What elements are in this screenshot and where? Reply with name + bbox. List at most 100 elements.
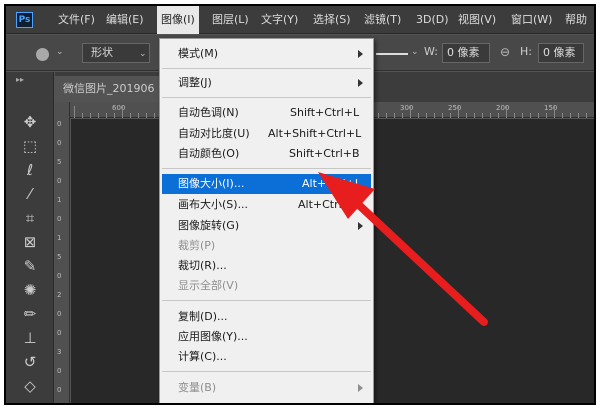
move-icon[interactable]: ✥ (19, 112, 41, 132)
menu-item-adjust[interactable]: 调整(J) (162, 73, 371, 93)
menu-item-auto-tone[interactable]: 自动色调(N) Shift+Ctrl+L (162, 103, 371, 123)
ruler-tick (146, 113, 147, 118)
menu-select[interactable]: 选择(S) (313, 6, 351, 34)
menu-image[interactable]: 图像(I) (157, 6, 199, 34)
ruler-tick (434, 113, 435, 118)
menu-separator (162, 371, 371, 372)
menu-3d[interactable]: 3D(D) (416, 6, 449, 34)
menu-edit[interactable]: 编辑(E) (106, 6, 144, 34)
ruler-label: 1 (57, 234, 62, 242)
quick-select-icon[interactable]: ⁄ (19, 184, 41, 204)
spot-heal-icon[interactable]: ✺ (19, 280, 41, 300)
ruler-label: 0 (57, 120, 62, 128)
menu-item-label: 调整(J) (178, 76, 212, 89)
ruler-tick (474, 113, 475, 118)
collapse-icon[interactable]: ▸▸ (16, 75, 24, 84)
submenu-arrow-icon (358, 384, 363, 392)
menu-item-label: 模式(M) (178, 47, 219, 60)
ruler-label: 250 (448, 104, 462, 112)
menu-item-duplicate[interactable]: 复制(D)... (162, 307, 371, 327)
ruler-tick (450, 113, 451, 118)
menu-item-label: 计算(C)... (178, 350, 227, 363)
submenu-arrow-icon (358, 222, 363, 230)
ruler-tick (530, 113, 531, 118)
shape-mode-value: 形状 (91, 46, 113, 59)
menu-separator (162, 300, 371, 301)
menu-item-apply-image[interactable]: 应用图像(Y)... (162, 327, 371, 347)
menu-item-canvas-size[interactable]: 画布大小(S)... Alt+Ctrl+C (162, 195, 371, 215)
height-input[interactable]: 0 像素 (538, 43, 584, 63)
menu-type[interactable]: 文字(Y) (261, 6, 298, 34)
menu-item-label: 图像大小(I)... (178, 177, 245, 190)
menu-item-label: 显示全部(V) (178, 279, 239, 292)
app-window: Ps 文件(F) 编辑(E) 图像(I) 图层(L) 文字(Y) 选择(S) 滤… (4, 4, 596, 405)
shape-mode-select[interactable]: 形状 ⌄ (82, 43, 150, 63)
menu-item-image-size[interactable]: 图像大小(I)... Alt+Ctrl+I (162, 174, 371, 194)
width-label: W: (424, 45, 438, 58)
history-brush-icon[interactable]: ↺ (19, 352, 41, 372)
lasso-icon[interactable]: ℓ (19, 160, 41, 180)
menu-item-label: 复制(D)... (178, 310, 228, 323)
menu-view[interactable]: 视图(V) (458, 6, 496, 34)
menu-bar: Ps 文件(F) 编辑(E) 图像(I) 图层(L) 文字(Y) 选择(S) 滤… (6, 6, 594, 34)
ruler-tick (98, 113, 99, 118)
ruler-tick (138, 113, 139, 118)
ruler-tick (498, 113, 499, 118)
menu-item-shortcut: Shift+Ctrl+L (290, 106, 360, 119)
menu-item-auto-contrast[interactable]: 自动对比度(U) Alt+Shift+Ctrl+L (162, 124, 371, 144)
document-tab[interactable]: 微信图片_201906 (55, 76, 163, 102)
ruler-tick (418, 113, 419, 118)
ruler-label: 0 (57, 139, 62, 147)
menu-window[interactable]: 窗口(W) (511, 6, 552, 34)
menu-item-mode[interactable]: 模式(M) (162, 44, 371, 64)
eraser-icon[interactable]: ◇ (19, 376, 41, 396)
stamp-icon[interactable]: ⊥ (19, 328, 41, 348)
ruler-tick (490, 113, 491, 118)
menu-filter[interactable]: 滤镜(T) (364, 6, 401, 34)
ruler-label: 300 (400, 104, 414, 112)
link-icon[interactable]: ⊖ (500, 45, 510, 59)
ruler-tick (514, 113, 515, 118)
marquee-icon[interactable]: ⬚ (19, 136, 41, 156)
menu-item-reveal-all[interactable]: 显示全部(V) (162, 276, 371, 296)
ellipse-shape-icon[interactable] (36, 48, 49, 61)
brush-icon[interactable]: ✏ (19, 304, 41, 324)
vertical-ruler: 0 0 5 0 1 0 1 5 0 2 0 0 3 0 0 (55, 102, 70, 403)
ruler-tick (466, 113, 467, 118)
menu-item-label: 自动色调(N) (178, 106, 239, 119)
ruler-tick (106, 113, 107, 118)
menu-file[interactable]: 文件(F) (58, 6, 95, 34)
ruler-label: 0 (57, 367, 62, 375)
ruler-tick (154, 113, 155, 118)
ruler-tick (594, 113, 595, 118)
chevron-down-icon[interactable]: ⌄ (411, 47, 419, 57)
submenu-arrow-icon (358, 79, 363, 87)
menu-item-label: 裁切(R)... (178, 259, 227, 272)
menu-item-trim[interactable]: 裁切(R)... (162, 256, 371, 276)
menu-layer[interactable]: 图层(L) (212, 6, 249, 34)
menu-help[interactable]: 帮助 (565, 6, 587, 34)
crop-icon[interactable]: ⌗ (19, 208, 41, 228)
menu-separator (162, 168, 371, 169)
width-input[interactable]: 0 像素 (442, 43, 490, 63)
menu-item-variables[interactable]: 变量(B) (162, 378, 371, 398)
menu-item-crop[interactable]: 裁剪(P) (162, 236, 371, 256)
ruler-label: 200 (496, 104, 510, 112)
menu-separator (162, 97, 371, 98)
menu-item-auto-color[interactable]: 自动颜色(O) Shift+Ctrl+B (162, 144, 371, 164)
frame-icon[interactable]: ⊠ (19, 232, 41, 252)
eyedropper-icon[interactable]: ✎ (19, 256, 41, 276)
menu-item-label: 自动颜色(O) (178, 147, 240, 160)
ruler-tick (506, 106, 507, 118)
stroke-style-icon[interactable] (376, 53, 408, 55)
ruler-tick (562, 113, 563, 118)
ruler-tick (538, 113, 539, 118)
ruler-tick (522, 113, 523, 118)
ruler-tick (578, 113, 579, 118)
ruler-tick (394, 113, 395, 118)
menu-separator (162, 68, 371, 69)
menu-item-calculations[interactable]: 计算(C)... (162, 347, 371, 367)
ruler-tick (130, 113, 131, 118)
chevron-down-icon[interactable]: ⌄ (56, 47, 64, 57)
menu-item-image-rotation[interactable]: 图像旋转(G) (162, 216, 371, 236)
